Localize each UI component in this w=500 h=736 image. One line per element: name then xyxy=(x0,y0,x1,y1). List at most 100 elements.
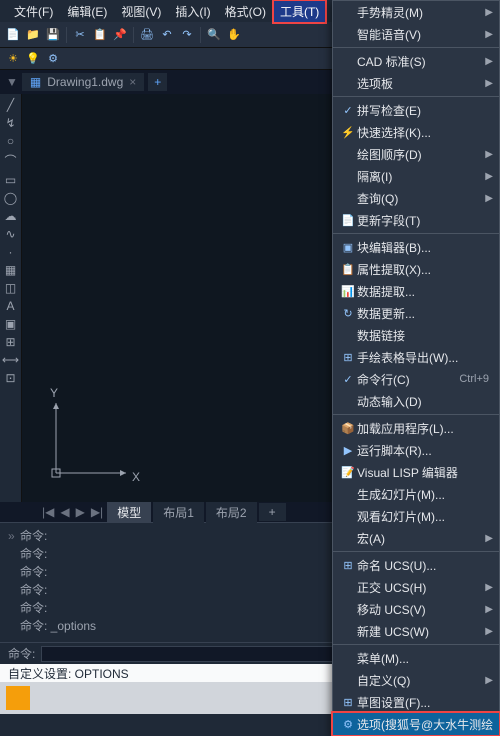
close-icon[interactable]: × xyxy=(129,75,136,89)
dimension-icon[interactable]: ⟷ xyxy=(2,353,19,367)
gear-icon[interactable]: ⚙ xyxy=(44,50,62,68)
menu-item[interactable]: ⊞草图设置(F)... xyxy=(333,691,499,713)
menu-file[interactable]: 文件(F) xyxy=(8,1,59,22)
menu-item-label: 查询(Q) xyxy=(357,190,485,207)
menu-item[interactable]: 📋属性提取(X)... xyxy=(333,258,499,280)
menu-edit[interactable]: 编辑(E) xyxy=(61,1,113,22)
redo-icon[interactable]: ↷ xyxy=(178,26,196,44)
submenu-arrow-icon: ▶ xyxy=(485,78,493,89)
menu-item[interactable]: 查询(Q)▶ xyxy=(333,187,499,209)
new-icon[interactable]: 📄 xyxy=(4,26,22,44)
menu-item[interactable]: 📄更新字段(T) xyxy=(333,209,499,231)
undo-icon[interactable]: ↶ xyxy=(158,26,176,44)
menu-view[interactable]: 视图(V) xyxy=(115,1,167,22)
layout-tab-layout1[interactable]: 布局1 xyxy=(153,502,204,523)
menu-item-icon: ⊞ xyxy=(339,696,357,709)
pan-icon[interactable]: ✋ xyxy=(225,26,243,44)
menu-item[interactable]: ⊞命名 UCS(U)... xyxy=(333,554,499,576)
menu-insert[interactable]: 插入(I) xyxy=(169,1,216,22)
menu-format[interactable]: 格式(O) xyxy=(219,1,272,22)
menu-item[interactable]: ▶运行脚本(R)... xyxy=(333,439,499,461)
submenu-arrow-icon: ▶ xyxy=(485,29,493,40)
menu-item[interactable]: 动态输入(D) xyxy=(333,390,499,412)
nav-prev-icon[interactable]: ◀ xyxy=(58,505,71,519)
menu-item[interactable]: 移动 UCS(V)▶ xyxy=(333,598,499,620)
menu-item[interactable]: 选项板▶ xyxy=(333,72,499,94)
menu-item[interactable]: ⊞手绘表格导出(W)... xyxy=(333,346,499,368)
menu-item[interactable]: ✓拼写检查(E) xyxy=(333,99,499,121)
menu-item-label: Visual LISP 编辑器 xyxy=(357,464,493,481)
zoom-icon[interactable]: 🔍 xyxy=(205,26,223,44)
menu-item[interactable]: CAD 标准(S)▶ xyxy=(333,50,499,72)
layer-icon[interactable]: ☀ xyxy=(4,50,22,68)
line-icon[interactable]: ╱ xyxy=(7,98,14,112)
layout-tab-add[interactable]: + xyxy=(259,503,286,521)
menu-item[interactable]: 观看幻灯片(M)... xyxy=(333,505,499,527)
nav-next-icon[interactable]: ▶ xyxy=(74,505,87,519)
print-icon[interactable]: 🖨 xyxy=(138,26,156,44)
rectangle-icon[interactable]: ▭ xyxy=(5,173,16,187)
menu-tools[interactable]: 工具(T) xyxy=(274,1,325,22)
copy-icon[interactable]: 📋 xyxy=(91,26,109,44)
tab-dropdown-icon[interactable]: ▼ xyxy=(6,75,18,89)
menu-separator xyxy=(333,644,499,645)
menu-item[interactable]: 绘图顺序(D)▶ xyxy=(333,143,499,165)
menu-item[interactable]: ↻数据更新... xyxy=(333,302,499,324)
cloud-icon[interactable]: ☁ xyxy=(5,209,17,223)
menu-item[interactable]: 新建 UCS(W)▶ xyxy=(333,620,499,642)
toolbar-separator xyxy=(133,27,134,43)
point-icon[interactable]: · xyxy=(9,245,13,259)
menu-item[interactable]: ⚙选项(搜狐号@大水牛测绘 xyxy=(333,713,499,735)
nav-last-icon[interactable]: ▶| xyxy=(89,505,105,519)
menu-item-label: 选项(搜狐号@大水牛测绘 xyxy=(357,716,493,733)
menu-item[interactable]: 智能语音(V)▶ xyxy=(333,23,499,45)
new-tab-button[interactable]: + xyxy=(148,73,167,91)
submenu-arrow-icon: ▶ xyxy=(485,56,493,67)
polyline-icon[interactable]: ↯ xyxy=(5,116,15,130)
menu-item-label: 命名 UCS(U)... xyxy=(357,557,493,574)
menu-item[interactable]: 正交 UCS(H)▶ xyxy=(333,576,499,598)
menu-item[interactable]: 隔离(I)▶ xyxy=(333,165,499,187)
layout-tab-model[interactable]: 模型 xyxy=(107,502,151,523)
menu-separator xyxy=(333,96,499,97)
menu-item[interactable]: 菜单(M)... xyxy=(333,647,499,669)
menu-item[interactable]: 📊数据提取... xyxy=(333,280,499,302)
menu-item[interactable]: 📦加载应用程序(L)... xyxy=(333,417,499,439)
table-icon[interactable]: ⊞ xyxy=(5,335,15,349)
submenu-arrow-icon: ▶ xyxy=(485,604,493,615)
menu-item-shortcut: Ctrl+9 xyxy=(459,373,489,385)
layout-tab-layout2[interactable]: 布局2 xyxy=(206,502,257,523)
arc-icon[interactable]: ⌒ xyxy=(4,152,16,169)
ucs-axis: X Y xyxy=(46,393,136,486)
menu-item-label: 手绘表格导出(W)... xyxy=(357,349,493,366)
menu-item-label: 手势精灵(M) xyxy=(357,4,485,21)
spline-icon[interactable]: ∿ xyxy=(5,227,15,241)
menu-item[interactable]: ▣块编辑器(B)... xyxy=(333,236,499,258)
ellipse-icon[interactable]: ◯ xyxy=(4,191,17,205)
document-tab[interactable]: ▦ Drawing1.dwg × xyxy=(22,73,144,91)
menu-item[interactable]: 宏(A)▶ xyxy=(333,527,499,549)
field-icon[interactable]: ⊡ xyxy=(5,371,15,385)
open-icon[interactable]: 📁 xyxy=(24,26,42,44)
menu-item[interactable]: 生成幻灯片(M)... xyxy=(333,483,499,505)
text-icon[interactable]: A xyxy=(6,299,14,313)
menu-item[interactable]: 自定义(Q)▶ xyxy=(333,669,499,691)
circle-icon[interactable]: ○ xyxy=(7,134,14,148)
menu-item[interactable]: 数据链接 xyxy=(333,324,499,346)
paste-icon[interactable]: 📌 xyxy=(111,26,129,44)
submenu-arrow-icon: ▶ xyxy=(485,171,493,182)
menu-item[interactable]: ✓命令行(C)Ctrl+9 xyxy=(333,368,499,390)
cut-icon[interactable]: ✂ xyxy=(71,26,89,44)
hatch-icon[interactable]: ▦ xyxy=(5,263,16,277)
region-icon[interactable]: ◫ xyxy=(5,281,16,295)
block-icon[interactable]: ▣ xyxy=(5,317,16,331)
nav-first-icon[interactable]: |◀ xyxy=(40,505,56,519)
toolbar-separator xyxy=(66,27,67,43)
taskbar-app-icon[interactable] xyxy=(6,686,30,710)
menu-item[interactable]: ⚡快速选择(K)... xyxy=(333,121,499,143)
menu-item[interactable]: 📝Visual LISP 编辑器 xyxy=(333,461,499,483)
save-icon[interactable]: 💾 xyxy=(44,26,62,44)
light-icon[interactable]: 💡 xyxy=(24,50,42,68)
menu-separator xyxy=(333,551,499,552)
menu-item[interactable]: 手势精灵(M)▶ xyxy=(333,1,499,23)
